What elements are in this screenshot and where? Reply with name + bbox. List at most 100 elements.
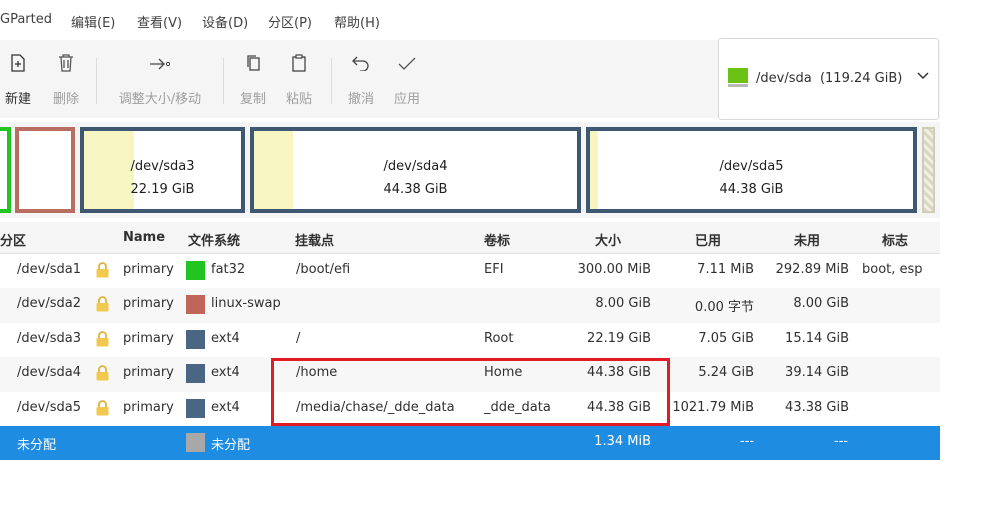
clipboard-icon — [279, 54, 319, 78]
cell-used: 5.24 GiB — [698, 365, 754, 381]
cell-filesystem: ext4 — [211, 399, 240, 415]
partition-table-header: 分区 Name 文件系统 挂载点 卷标 大小 已用 未用 标志 — [0, 222, 940, 254]
paste-button[interactable]: 粘贴 — [279, 54, 319, 107]
col-filesystem[interactable]: 文件系统 — [188, 230, 240, 249]
delete-button[interactable]: 删除 — [46, 54, 86, 107]
toolbar-separator — [331, 58, 332, 104]
cell-name: primary — [123, 262, 174, 277]
drive-icon-base — [728, 84, 748, 87]
cell-partition: /dev/sda3 — [17, 330, 81, 346]
map-partition-sda3[interactable]: /dev/sda3 22.19 GiB — [80, 127, 245, 213]
chevron-down-icon — [917, 69, 929, 83]
partition-map: /dev/sda3 22.19 GiB /dev/sda4 44.38 GiB /d… — [0, 122, 940, 218]
cell-name: primary — [123, 296, 174, 312]
check-icon — [387, 54, 427, 78]
map-partition-sda2[interactable] — [15, 127, 75, 213]
cell-size: 44.38 GiB — [587, 399, 651, 415]
col-mountpoint[interactable]: 挂载点 — [295, 230, 334, 249]
table-row-unallocated[interactable]: 未分配 未分配 1.34 MiB --- --- — [0, 425, 940, 461]
table-row[interactable]: /dev/sda4 primary ext4 /home Home 44.38 … — [0, 357, 940, 392]
col-partition[interactable]: 分区 — [0, 230, 26, 249]
menu-view[interactable]: 查看(V) — [137, 12, 182, 31]
cell-used: 0.00 字节 — [694, 300, 754, 316]
copy-icon — [233, 54, 273, 78]
device-selector[interactable]: /dev/sda (119.24 GiB) — [718, 38, 939, 120]
fs-color-swatch — [186, 329, 205, 349]
lock-icon — [95, 399, 110, 416]
cell-unused: 8.00 GiB — [793, 296, 849, 312]
col-size[interactable]: 大小 — [595, 230, 621, 249]
cell-filesystem: 未分配 — [211, 437, 251, 453]
device-label: /dev/sda (119.24 GiB) — [756, 71, 903, 86]
cell-partition: /dev/sda5 — [17, 399, 81, 415]
cell-unused: 292.89 MiB — [775, 262, 849, 277]
copy-button[interactable]: 复制 — [233, 54, 273, 107]
cell-used: 7.05 GiB — [698, 330, 754, 346]
cell-label: Home — [484, 365, 523, 381]
cell-unused: 15.14 GiB — [785, 330, 849, 346]
cell-used: --- — [740, 433, 755, 449]
map-unallocated[interactable] — [922, 127, 935, 213]
map-partition-label: /dev/sda3 22.19 GiB — [130, 159, 195, 197]
cell-unused: --- — [834, 433, 849, 449]
cell-name: primary — [123, 365, 174, 381]
toolbar-separator — [96, 58, 97, 104]
cell-filesystem: fat32 — [211, 262, 246, 277]
map-partition-sda4[interactable]: /dev/sda4 44.38 GiB — [250, 127, 581, 213]
table-row[interactable]: /dev/sda5 primary ext4 /media/chase/_dde… — [0, 391, 940, 426]
cell-mountpoint: / — [296, 330, 301, 346]
table-row[interactable]: /dev/sda1 primary fat32 /boot/efi EFI 30… — [0, 254, 940, 289]
fs-color-swatch — [186, 261, 205, 280]
map-partition-label: /dev/sda5 44.38 GiB — [719, 159, 784, 197]
cell-filesystem: linux-swap — [211, 296, 281, 312]
resize-arrow-icon — [140, 54, 180, 78]
cell-label: _dde_data — [484, 399, 551, 415]
cell-mountpoint: /home — [296, 365, 338, 381]
table-row[interactable]: /dev/sda3 primary ext4 / Root 22.19 GiB … — [0, 322, 940, 358]
col-unused[interactable]: 未用 — [794, 230, 820, 249]
col-flags[interactable]: 标志 — [882, 230, 908, 249]
cell-unused: 39.14 GiB — [785, 365, 849, 381]
menu-gparted[interactable]: GParted — [0, 12, 52, 27]
cell-size: 8.00 GiB — [595, 296, 651, 312]
new-button[interactable]: 新建 — [0, 54, 38, 107]
menu-partition[interactable]: 分区(P) — [268, 12, 312, 31]
cell-partition: /dev/sda4 — [17, 365, 81, 381]
fs-color-swatch — [186, 432, 205, 452]
delete-label: 删除 — [52, 92, 79, 107]
col-label[interactable]: 卷标 — [484, 230, 510, 249]
partition-table: /dev/sda1 primary fat32 /boot/efi EFI 30… — [0, 254, 940, 461]
lock-icon — [95, 296, 110, 312]
cell-mountpoint: /media/chase/_dde_data — [296, 399, 455, 415]
toolbar-separator — [223, 58, 224, 104]
cell-name: primary — [123, 399, 174, 415]
cell-filesystem: ext4 — [211, 365, 240, 381]
map-partition-sda1[interactable] — [0, 127, 11, 213]
apply-button[interactable]: 应用 — [387, 54, 427, 107]
resize-move-button[interactable]: 调整大小/移动 — [119, 54, 201, 107]
cell-partition: /dev/sda2 — [17, 296, 81, 312]
cell-size: 300.00 MiB — [577, 262, 651, 277]
cell-size: 22.19 GiB — [587, 330, 651, 346]
menu-device[interactable]: 设备(D) — [202, 12, 248, 31]
map-partition-sda5[interactable]: /dev/sda5 44.38 GiB — [586, 127, 917, 213]
lock-icon — [95, 365, 110, 381]
new-label: 新建 — [4, 92, 31, 107]
col-name[interactable]: Name — [123, 230, 165, 245]
cell-used: 1021.79 MiB — [672, 399, 754, 415]
cell-filesystem: ext4 — [211, 330, 240, 346]
lock-icon — [95, 330, 110, 347]
col-used[interactable]: 已用 — [695, 230, 721, 249]
cell-label: EFI — [484, 262, 504, 277]
apply-label: 应用 — [393, 92, 420, 107]
fs-color-swatch — [186, 295, 205, 315]
menu-edit[interactable]: 编辑(E) — [71, 12, 115, 31]
menu-help[interactable]: 帮助(H) — [334, 12, 380, 31]
cell-partition: 未分配 — [17, 437, 57, 453]
paste-label: 粘贴 — [285, 92, 312, 107]
menu-bar: GParted 编辑(E) 查看(V) 设备(D) 分区(P) 帮助(H) — [0, 0, 981, 40]
undo-button[interactable]: 撤消 — [341, 54, 381, 107]
table-row[interactable]: /dev/sda2 primary linux-swap 8.00 GiB 0.… — [0, 288, 940, 323]
cell-used: 7.11 MiB — [697, 262, 754, 277]
map-partition-label: /dev/sda4 44.38 GiB — [383, 159, 448, 197]
